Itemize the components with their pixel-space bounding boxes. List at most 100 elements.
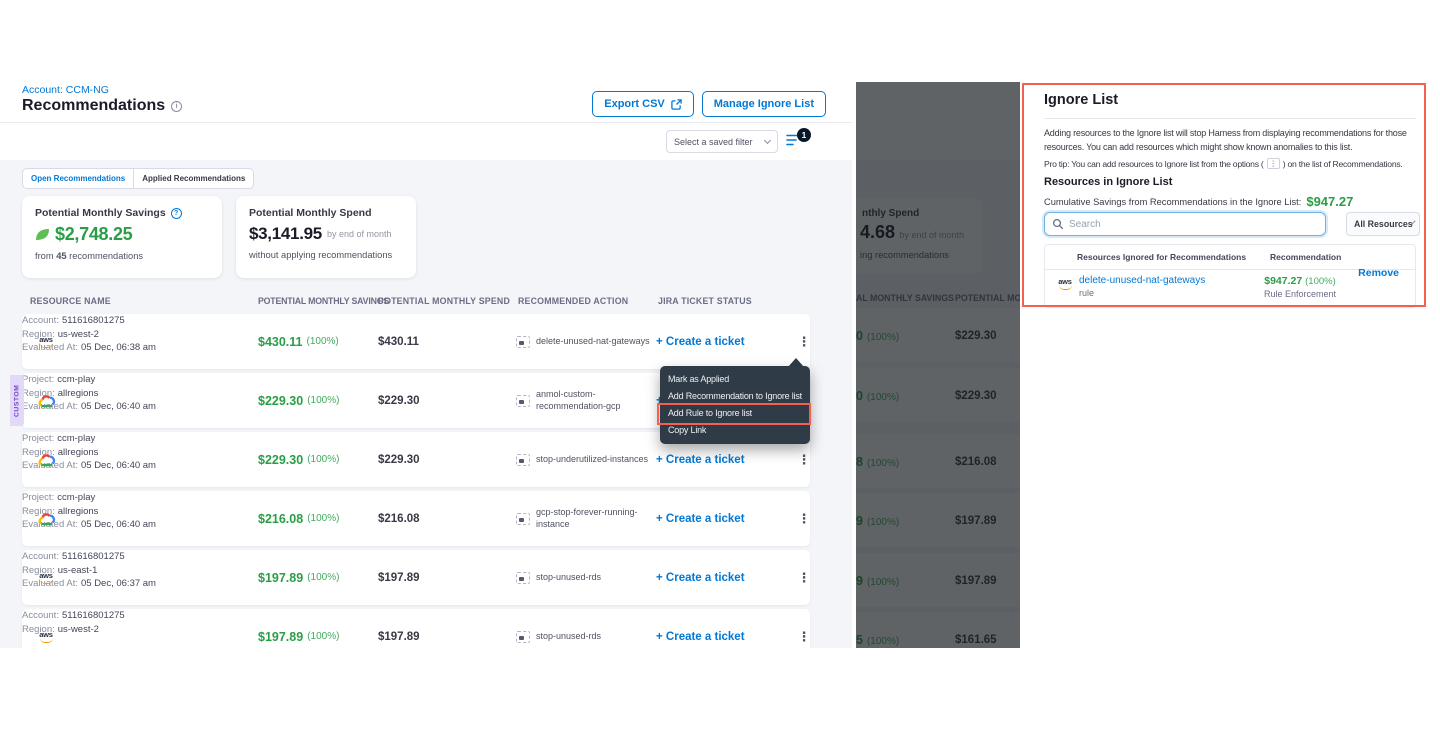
savings-amount: $430.11 — [258, 335, 303, 349]
resource-line-value: 511616801275 — [62, 550, 125, 564]
savings-amount: $197.89 — [258, 630, 303, 644]
column-header-savings: POTENTIAL MONTHLY SAVINGS — [258, 296, 389, 306]
resources-in-ignore-list-heading: Resources in Ignore List — [1044, 176, 1172, 188]
resource-line-value: ccm-play — [57, 373, 95, 387]
drawer-pro-tip: Pro tip: You can add resources to Ignore… — [1044, 158, 1403, 169]
savings-leaf-icon — [35, 228, 50, 241]
tab-open-recommendations[interactable]: Open Recommendations — [23, 169, 133, 188]
recommended-action: gcp-stop-forever-running-instance — [536, 507, 656, 530]
savings-sub-count: 45 — [56, 251, 66, 261]
menu-item-mark-as-applied[interactable]: Mark as Applied — [660, 371, 810, 388]
gcp-icon — [37, 393, 56, 408]
savings-percent: (100%) — [307, 395, 339, 406]
resource-line-value: 05 Dec, 06:40 am — [81, 518, 156, 532]
manage-ignore-list-button[interactable]: Manage Ignore List — [702, 91, 826, 117]
savings-card-label: Potential Monthly Savings — [35, 207, 166, 219]
chevron-down-icon — [764, 136, 771, 143]
question-icon[interactable]: ? — [171, 208, 182, 219]
gcp-icon — [37, 511, 56, 526]
saved-filter-select[interactable]: Select a saved filter — [666, 130, 778, 153]
export-csv-button[interactable]: Export CSV — [592, 91, 694, 117]
resource-line-value: 05 Dec, 06:38 am — [81, 341, 156, 355]
recommendation-icon — [516, 336, 530, 348]
drawer-title: Ignore List — [1044, 92, 1118, 108]
savings-percent: (100%) — [307, 572, 339, 583]
cumulative-savings-value: $947.27 — [1306, 194, 1353, 209]
pro-tip-suffix: ) on the list of Recommendations. — [1283, 159, 1403, 169]
recommendation-row: Project:ccm-play Region:allregions Evalu… — [22, 491, 810, 546]
ignored-savings-source: Rule Enforcement — [1245, 289, 1355, 299]
resource-line-value: us-west-2 — [58, 328, 99, 342]
drawer-divider — [1044, 118, 1416, 119]
spend-amount: $216.08 — [378, 491, 420, 546]
savings-value: $2,748.25 — [55, 224, 132, 245]
recommendation-icon — [516, 395, 530, 407]
cumulative-savings-label: Cumulative Savings from Recommendations … — [1044, 197, 1301, 207]
savings-percent: (100%) — [307, 454, 339, 465]
create-ticket-link[interactable]: + Create a ticket — [656, 609, 745, 648]
create-ticket-link[interactable]: + Create a ticket — [656, 550, 745, 605]
resource-type-select[interactable]: All Resources — [1346, 212, 1420, 236]
recommended-action: stop-underutilized-instances — [536, 454, 648, 466]
column-header-jira: JIRA TICKET STATUS — [658, 296, 752, 306]
resource-line-value: allregions — [58, 505, 99, 519]
potential-monthly-spend-card: Potential Monthly Spend $3,141.95 by end… — [236, 196, 416, 278]
external-link-icon — [671, 99, 682, 110]
column-header-resource-name: RESOURCE NAME — [30, 296, 111, 306]
create-ticket-link[interactable]: + Create a ticket — [656, 491, 745, 546]
spend-amount: $229.30 — [378, 432, 420, 487]
column-header-action: RECOMMENDED ACTION — [518, 296, 628, 306]
ignored-resource-link[interactable]: delete-unused-nat-gateways — [1079, 275, 1205, 286]
header-actions: Export CSV Manage Ignore List — [592, 91, 826, 117]
kebab-menu-icon[interactable]: ⋮ — [794, 550, 814, 605]
recommended-action: delete-unused-nat-gateways — [536, 336, 650, 348]
spend-amount: $430.11 — [378, 314, 419, 369]
ignored-resource-type: rule — [1079, 288, 1205, 298]
recommendation-icon — [516, 513, 530, 525]
remove-button[interactable]: Remove — [1358, 267, 1399, 279]
tab-applied-recommendations[interactable]: Applied Recommendations — [133, 169, 253, 188]
drawer-description: Adding resources to the Ignore list will… — [1044, 126, 1436, 154]
info-icon[interactable]: i — [171, 101, 182, 112]
modal-dim-overlay — [856, 82, 1020, 648]
aws-icon: aws — [1055, 278, 1075, 290]
header-divider — [0, 122, 852, 123]
resource-line-value: ccm-play — [57, 432, 95, 446]
savings-amount: $216.08 — [258, 512, 303, 526]
savings-percent: (100%) — [307, 336, 339, 347]
page-title-row: Recommendations i — [22, 97, 182, 115]
savings-sub-prefix: from — [35, 251, 56, 261]
recommendation-row: aws Account:511616801275 Region:us-east-… — [22, 550, 810, 605]
spend-value-suffix: by end of month — [327, 229, 392, 239]
search-input[interactable] — [1069, 219, 1318, 230]
kebab-menu-icon[interactable]: ⋮ — [794, 491, 814, 546]
ignore-list-search[interactable] — [1044, 212, 1326, 236]
annotation-highlight-menu-item — [657, 403, 811, 425]
resource-line-value: 05 Dec, 06:40 am — [81, 459, 156, 473]
gcp-icon — [37, 452, 56, 467]
savings-percent: (100%) — [307, 513, 339, 524]
column-resources-ignored: Resources Ignored for Recommendations — [1077, 252, 1246, 262]
kebab-menu-icon[interactable]: ⋮ — [794, 609, 814, 648]
manage-ignore-list-label: Manage Ignore List — [714, 98, 814, 110]
spend-amount: $197.89 — [378, 609, 420, 648]
spend-value: $3,141.95 — [249, 224, 322, 244]
filter-count-badge: 1 — [797, 128, 811, 142]
page-title: Recommendations — [22, 97, 165, 115]
spend-sub-text: without applying recommendations — [249, 250, 403, 260]
resource-line-value: allregions — [58, 387, 99, 401]
resource-line-value: ccm-play — [57, 491, 95, 505]
kebab-icon: ⋮ — [1267, 158, 1280, 169]
aws-icon: aws — [36, 631, 56, 643]
breadcrumb[interactable]: Account: CCM-NG — [22, 84, 109, 96]
savings-amount: $197.89 — [258, 571, 303, 585]
create-ticket-link[interactable]: + Create a ticket — [656, 314, 745, 369]
savings-sub-text: from 45 recommendations — [35, 251, 209, 261]
resource-type-value: All Resources — [1354, 219, 1413, 229]
saved-filter-placeholder: Select a saved filter — [674, 137, 753, 147]
spend-card-label: Potential Monthly Spend — [249, 207, 372, 219]
resource-line-value: us-east-1 — [58, 564, 98, 578]
aws-icon: aws — [36, 572, 56, 584]
ignore-list-table: Resources Ignored for Recommendations Re… — [1044, 244, 1416, 308]
column-recommendation: Recommendation — [1270, 252, 1341, 262]
